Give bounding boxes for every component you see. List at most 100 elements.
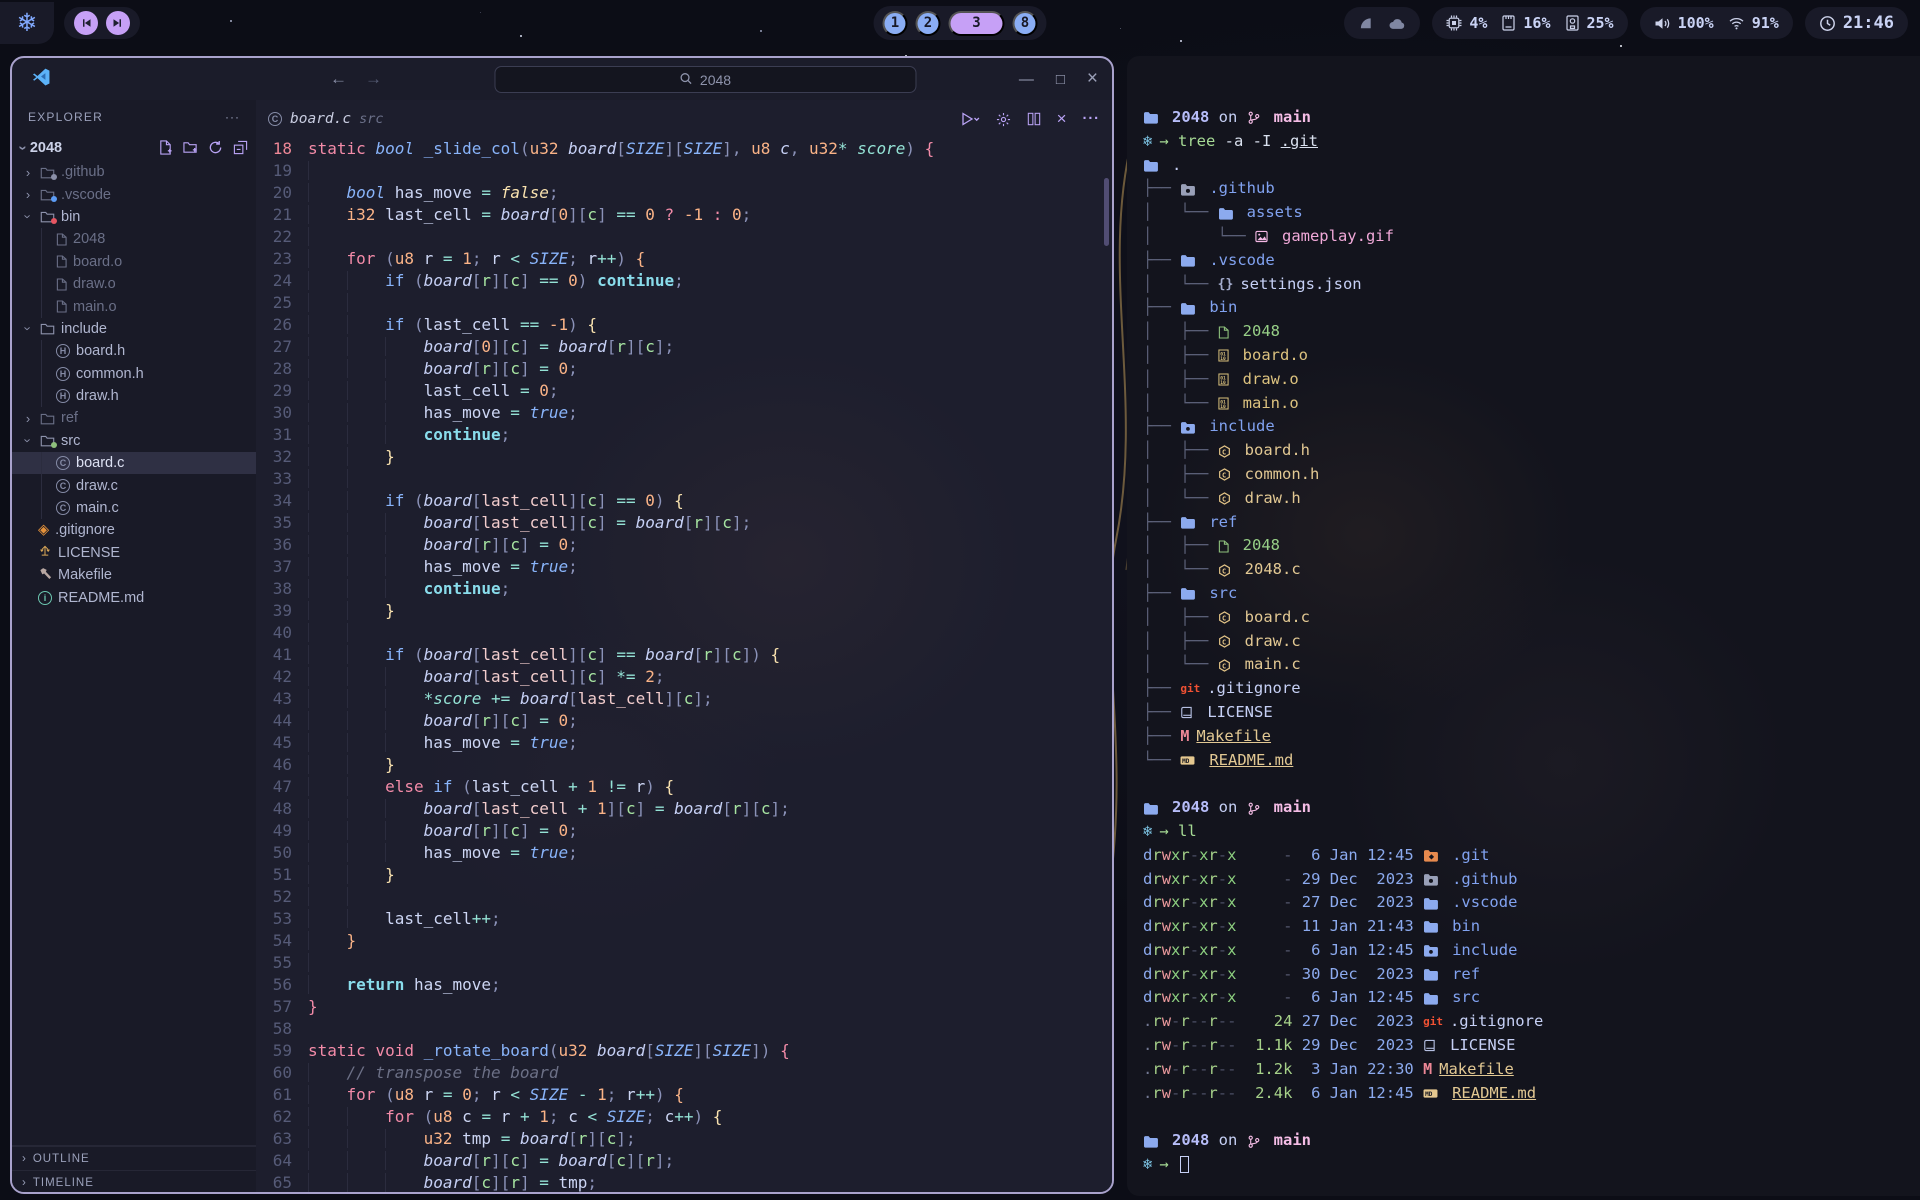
explorer-item-board.o[interactable]: board.o — [12, 251, 256, 273]
tree-entry-name: assets — [1247, 201, 1303, 225]
explorer-item-ref[interactable]: ›ref — [12, 407, 256, 429]
explorer-item-common.h[interactable]: Hcommon.h — [12, 363, 256, 385]
explorer-more-icon[interactable]: ··· — [225, 110, 240, 124]
line-number: 57 — [256, 996, 308, 1018]
tree-entry-name: ref — [1209, 511, 1237, 535]
editor-settings-icon[interactable] — [996, 112, 1011, 127]
editor-scrollbar[interactable] — [1104, 178, 1109, 246]
explorer-item-README.md[interactable]: iREADME.md — [12, 586, 256, 608]
nav-forward-button[interactable]: → — [365, 69, 382, 89]
tree-entry-name: .github — [1209, 177, 1274, 201]
command-center-search[interactable]: 2048 — [494, 66, 916, 93]
folder-o-icon — [40, 412, 55, 425]
explorer-item-main.c[interactable]: Cmain.c — [12, 497, 256, 519]
explorer-item-draw.h[interactable]: Hdraw.h — [12, 385, 256, 407]
line-number: 60 — [256, 1062, 308, 1084]
snowflake-icon[interactable]: ❄ — [0, 2, 54, 44]
clock-widget[interactable]: 21:46 — [1805, 7, 1908, 39]
image-icon — [1255, 230, 1275, 243]
run-debug-button[interactable] — [961, 112, 980, 126]
clock-icon — [1819, 15, 1836, 32]
svg-text:C: C — [1222, 448, 1226, 456]
code-line-41: 41 if (board[last_cell][c] == board[r][c… — [256, 644, 1112, 666]
code-line-46: 46 } — [256, 754, 1112, 776]
explorer-item-LICENSE[interactable]: LICENSE — [12, 542, 256, 564]
line-number: 46 — [256, 754, 308, 776]
cloud-icon — [1388, 16, 1406, 30]
maximize-button[interactable]: □ — [1056, 71, 1065, 88]
terminal-input-line[interactable]: ❄→ — [1143, 1153, 1904, 1177]
file-icon — [56, 233, 67, 246]
audio-network[interactable]: 100% 91% — [1640, 7, 1793, 39]
workspace-pill-2[interactable]: 2 — [916, 11, 941, 36]
terminal-content[interactable]: 2048 on main❄→ tree -a -I .git.├── .gith… — [1127, 56, 1920, 1177]
minimize-button[interactable]: — — [1019, 71, 1034, 88]
modified-date: 29 Dec 2023 — [1302, 1034, 1423, 1058]
explorer-item-draw.c[interactable]: Cdraw.c — [12, 474, 256, 496]
modified-date: 6 Jan 12:45 — [1302, 844, 1423, 868]
explorer-item-.vscode[interactable]: ›.vscode — [12, 183, 256, 205]
signal-wedge-icon — [1358, 16, 1374, 31]
snowflake-icon: ❄ — [1143, 820, 1152, 844]
active-tab-filename[interactable]: board.c — [290, 111, 351, 127]
media-prev-button[interactable] — [74, 11, 98, 35]
tree-output-row: │ └── Cdraw.h — [1143, 487, 1904, 511]
prompt-arrow-icon: → — [1159, 1153, 1178, 1177]
explorer-item-draw.o[interactable]: draw.o — [12, 273, 256, 295]
tree-entry-name: board.c — [1245, 606, 1310, 630]
new-folder-icon[interactable] — [183, 140, 198, 155]
explorer-item-board.h[interactable]: Hboard.h — [12, 340, 256, 362]
explorer-item-src[interactable]: ›src — [12, 430, 256, 452]
explorer-item-include[interactable]: ›include — [12, 318, 256, 340]
nav-back-button[interactable]: ← — [330, 69, 347, 89]
line-number: 39 — [256, 600, 308, 622]
close-button[interactable]: × — [1087, 68, 1098, 90]
explorer-item-2048[interactable]: 2048 — [12, 228, 256, 250]
editor-more-icon[interactable]: ··· — [1083, 111, 1101, 127]
explorer-item-Makefile[interactable]: Makefile — [12, 564, 256, 586]
timeline-panel[interactable]: ›TIMELINE — [12, 1170, 256, 1194]
explorer-item-bin[interactable]: ›bin — [12, 206, 256, 228]
ll-entry-name: .github — [1452, 868, 1517, 892]
weather-widget[interactable] — [1344, 7, 1420, 39]
line-number: 25 — [256, 292, 308, 314]
vscode-logo-icon — [32, 67, 51, 91]
ll-output-row: .rw-r--r-- 2.4k 6 Jan 12:45 MDREADME.md — [1143, 1082, 1904, 1106]
line-number: 30 — [256, 402, 308, 424]
tree-output-row: │ ├── Ccommon.h — [1143, 463, 1904, 487]
explorer-item-main.o[interactable]: main.o — [12, 295, 256, 317]
close-editor-icon[interactable]: × — [1057, 109, 1067, 129]
prompt-directory: 2048 — [1172, 106, 1209, 130]
code-line-20: 20 bool has_move = false; — [256, 182, 1112, 204]
explorer-item-.github[interactable]: ›.github — [12, 161, 256, 183]
folder-o-icon — [40, 322, 55, 335]
m-letter-icon: M — [1423, 1058, 1432, 1082]
tree-output-row: │ └── gameplay.gif — [1143, 225, 1904, 249]
explorer-item-.gitignore[interactable]: ◈.gitignore — [12, 519, 256, 541]
split-editor-icon[interactable] — [1027, 112, 1041, 126]
workspace-pill-1[interactable]: 1 — [883, 11, 908, 36]
code-line-33: 33 — [256, 468, 1112, 490]
new-file-icon[interactable] — [158, 140, 173, 155]
tree-entry-name: bin — [1209, 296, 1237, 320]
refresh-icon[interactable] — [208, 140, 223, 155]
workspace-pill-8[interactable]: 8 — [1013, 11, 1038, 36]
code-content[interactable]: 18static bool _slide_col(u32 board[SIZE]… — [256, 138, 1112, 1194]
media-next-button[interactable] — [106, 11, 130, 35]
line-number: 38 — [256, 578, 308, 600]
folder-icon — [1423, 920, 1445, 933]
collapse-all-icon[interactable] — [233, 140, 248, 155]
explorer-file-tree: ›.github›.vscode›bin2048board.odraw.omai… — [12, 161, 256, 1145]
github-folder-icon — [1180, 183, 1202, 196]
git-folder-icon — [1423, 849, 1445, 862]
workspace-root-item[interactable]: › 2048 — [12, 134, 256, 161]
outline-panel[interactable]: ›OUTLINE — [12, 1146, 256, 1170]
code-line-64: 64 board[r][c] = board[c][r]; — [256, 1150, 1112, 1172]
blank-line — [1143, 772, 1904, 796]
workspace-pill-3[interactable]: 3 — [949, 11, 1005, 36]
explorer-item-board.c[interactable]: Cboard.c — [12, 452, 256, 474]
system-stats[interactable]: 4% 16% 25% — [1432, 7, 1627, 39]
chevron-right-icon: › — [22, 1177, 27, 1189]
breadcrumb-path[interactable]: src — [359, 111, 383, 127]
file-size: 1.2k — [1236, 1058, 1301, 1082]
